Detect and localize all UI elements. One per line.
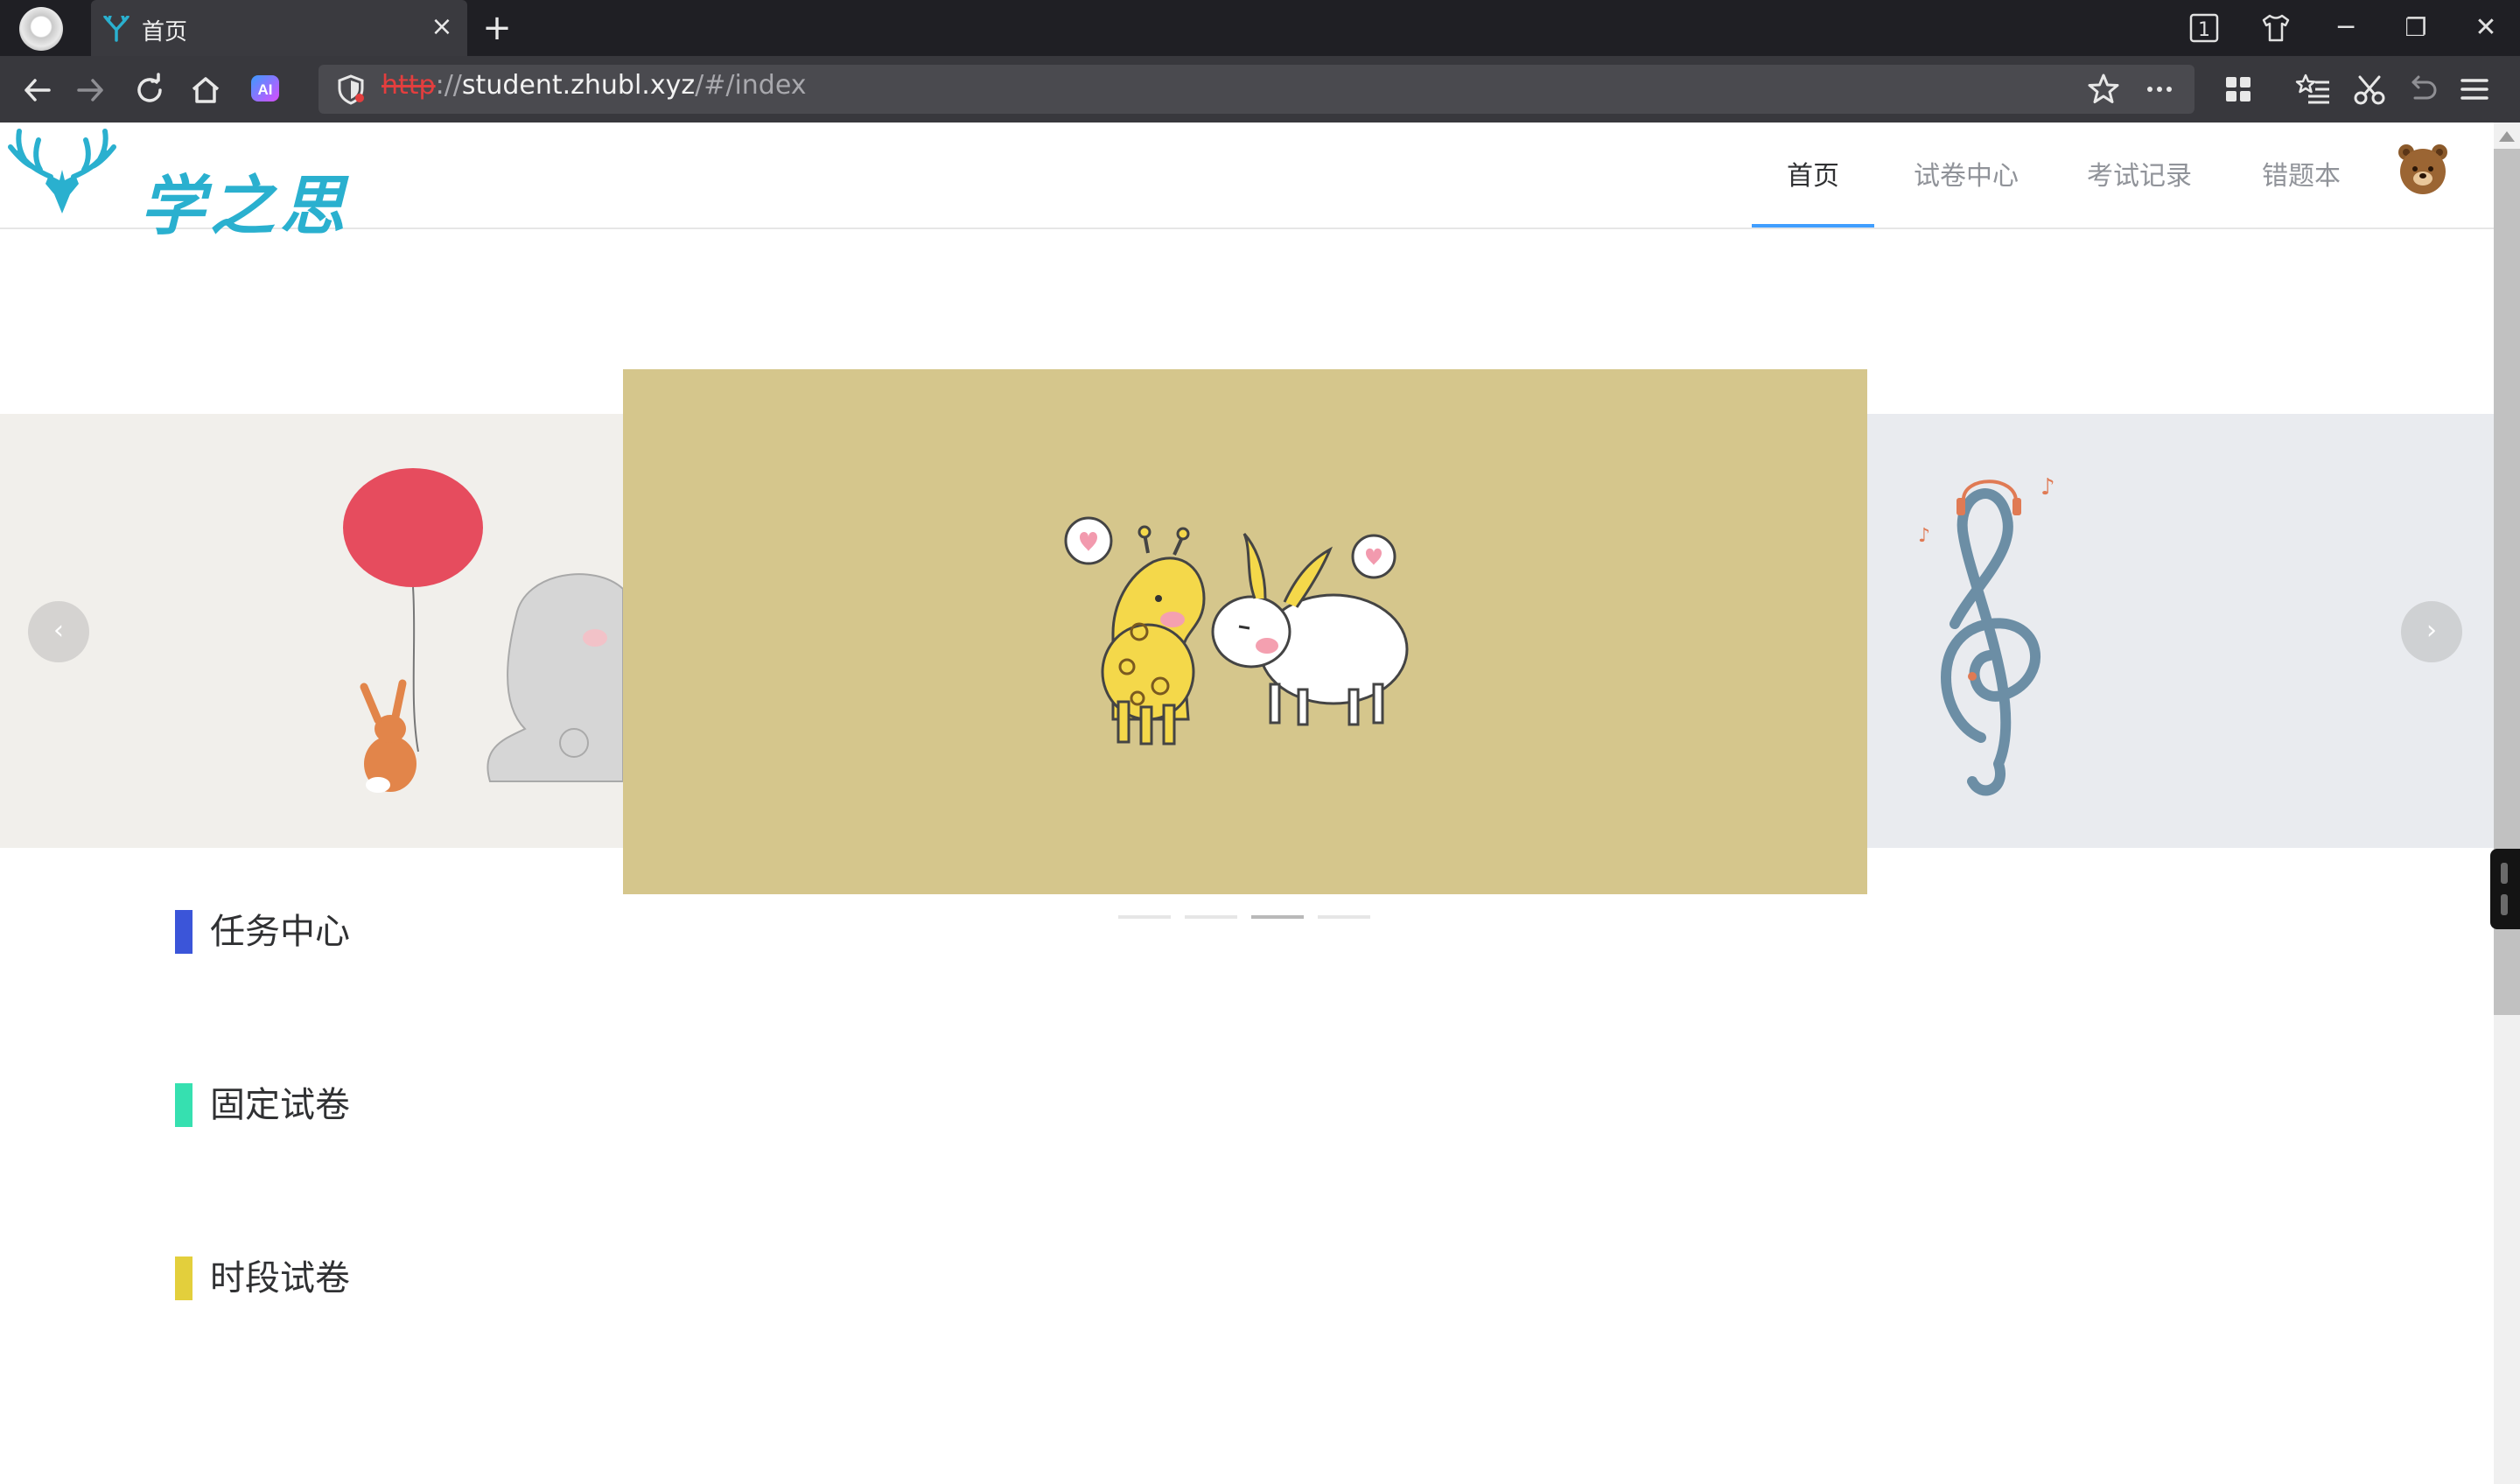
bookmark-star-icon[interactable]	[2084, 70, 2123, 108]
undo-close-tab-icon[interactable]	[2403, 70, 2441, 108]
carousel-indicator[interactable]	[1118, 915, 1171, 919]
tab-close-icon[interactable]: ×	[429, 12, 455, 42]
site-favicon-icon	[103, 16, 130, 42]
url-host: student.zhubl.xyz	[461, 70, 696, 101]
new-tab-button[interactable]: +	[480, 9, 514, 47]
svg-text:♪: ♪	[2040, 474, 2055, 500]
carousel-indicator[interactable]	[1318, 915, 1370, 919]
section-marker	[175, 910, 192, 954]
section-marker	[175, 1256, 192, 1300]
carousel-indicator-active[interactable]	[1251, 915, 1304, 919]
deer-logo-icon[interactable]	[5, 126, 119, 219]
carousel-slide-prev[interactable]	[0, 414, 624, 848]
url-separator: ://	[435, 70, 462, 101]
side-panel-handle[interactable]	[2490, 849, 2520, 929]
carousel-slide-next[interactable]: ♪ ♪	[1867, 414, 2494, 848]
restore-button[interactable]: ❐	[2394, 9, 2438, 47]
tab-counter-button[interactable]: 1	[2182, 9, 2226, 47]
logo-text[interactable]: 学之思	[140, 154, 350, 248]
skin-button[interactable]	[2254, 9, 2298, 47]
browser-tab-title: 首页	[142, 19, 188, 46]
main-menu-icon[interactable]	[2455, 70, 2494, 108]
svg-text:♪: ♪	[1918, 525, 1930, 547]
site-header: 学之思 首页 试卷中心 考试记录 错题本	[0, 122, 2494, 244]
shirt-icon	[2262, 14, 2290, 42]
url-protocol: http	[382, 70, 436, 101]
forward-arrow-icon[interactable]	[72, 72, 108, 108]
user-avatar[interactable]	[2396, 140, 2450, 198]
carousel-indicators	[1118, 915, 1372, 920]
reload-icon[interactable]	[131, 72, 168, 108]
banner-carousel: ♪ ♪ ‹ ›	[0, 245, 2494, 928]
giraffe-goat-illustration	[1064, 516, 1409, 746]
nav-active-underline	[1752, 224, 1874, 228]
home-icon[interactable]	[187, 72, 224, 108]
section-marker	[175, 1083, 192, 1127]
ai-assistant-icon[interactable]: AI	[247, 70, 284, 107]
nav-exam-records[interactable]: 考试记录	[2074, 154, 2205, 229]
apps-grid-icon[interactable]	[2219, 70, 2258, 108]
handle-grip-top	[2501, 863, 2508, 884]
url-text[interactable]: http://student.zhubl.xyz/#/index	[382, 70, 807, 101]
carousel-next-button[interactable]: ›	[2401, 601, 2462, 662]
nav-paper-center[interactable]: 试卷中心	[1900, 154, 2032, 229]
favorites-list-icon[interactable]	[2294, 70, 2333, 108]
nav-wrong-questions[interactable]: 错题本	[2250, 154, 2352, 229]
carousel-slide-active[interactable]	[623, 369, 1867, 894]
back-arrow-icon[interactable]	[19, 72, 56, 108]
tab-counter-number: 1	[2198, 19, 2210, 41]
svg-text:AI: AI	[258, 81, 273, 98]
page-content: 学之思 首页 试卷中心 考试记录 错题本 ♪ ♪ ‹ › 任务中心 固定试卷 时…	[0, 122, 2494, 1484]
security-shield-icon[interactable]	[336, 74, 366, 105]
handle-grip-bottom	[2501, 894, 2508, 915]
close-window-button[interactable]: ✕	[2464, 9, 2508, 47]
balloon-illustration	[343, 468, 624, 793]
scissors-icon[interactable]	[2350, 70, 2389, 108]
more-actions-icon[interactable]	[2140, 70, 2179, 108]
treble-clef-illustration: ♪ ♪	[1918, 474, 2055, 796]
section-title: 固定试卷	[210, 1085, 350, 1125]
url-path: /#/index	[695, 70, 807, 101]
carousel-indicator[interactable]	[1185, 915, 1237, 919]
section-title: 任务中心	[210, 912, 350, 952]
carousel-prev-button[interactable]: ‹	[28, 601, 89, 662]
minimize-button[interactable]: ─	[2324, 9, 2368, 47]
nav-home[interactable]: 首页	[1752, 154, 1874, 229]
scroll-up-arrow-icon[interactable]	[2499, 131, 2515, 142]
browser-profile-icon[interactable]	[19, 7, 63, 51]
section-title: 时段试卷	[210, 1258, 350, 1298]
